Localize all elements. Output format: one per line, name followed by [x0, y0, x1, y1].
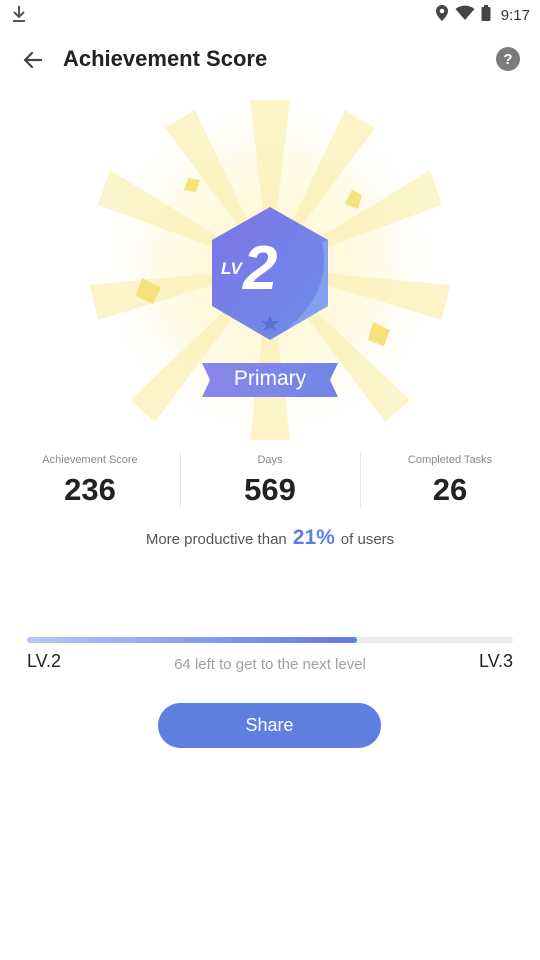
- next-level-hint: 64 left to get to the next level: [174, 656, 366, 673]
- back-button[interactable]: [18, 46, 46, 74]
- stat-days: Days 569: [180, 452, 360, 512]
- badge-prefix: LV: [221, 259, 243, 278]
- download-icon: [12, 5, 26, 28]
- rank-label: Primary: [233, 367, 307, 390]
- next-level-label: LV.3: [478, 651, 513, 671]
- stat-label: Achievement Score: [42, 454, 138, 466]
- level-badge-area: LV 2 Primary: [90, 100, 450, 440]
- status-bar: 9:17: [0, 0, 540, 28]
- compare-after: of users: [340, 531, 395, 548]
- page-title: Achievement Score: [63, 46, 268, 71]
- productivity-comparison: More productive than 21% of users: [0, 526, 540, 550]
- stat-value: 26: [432, 472, 468, 507]
- stat-label: Completed Tasks: [407, 454, 493, 466]
- stats-row: Achievement Score 236 Days 569 Completed…: [0, 452, 540, 512]
- wifi-icon: [455, 5, 475, 26]
- arrow-left-icon: [23, 51, 42, 69]
- compare-percent: 21%: [292, 526, 335, 549]
- stat-value: 236: [64, 472, 116, 507]
- compare-before: More productive than: [145, 531, 287, 548]
- location-icon: [435, 4, 449, 27]
- stat-completed-tasks: Completed Tasks 26: [360, 452, 540, 512]
- stat-label: Days: [257, 454, 283, 466]
- help-icon[interactable]: ?: [496, 47, 520, 71]
- stat-achievement-score: Achievement Score 236: [0, 452, 180, 512]
- battery-icon: [481, 5, 491, 26]
- level-progress-bar: [27, 637, 513, 643]
- status-time: 9:17: [500, 7, 530, 24]
- share-button[interactable]: Share: [158, 703, 381, 748]
- app-bar: Achievement Score ?: [0, 36, 540, 82]
- level-progress-fill: [27, 637, 358, 643]
- badge-level-number: 2: [242, 234, 277, 303]
- stat-value: 569: [244, 472, 296, 507]
